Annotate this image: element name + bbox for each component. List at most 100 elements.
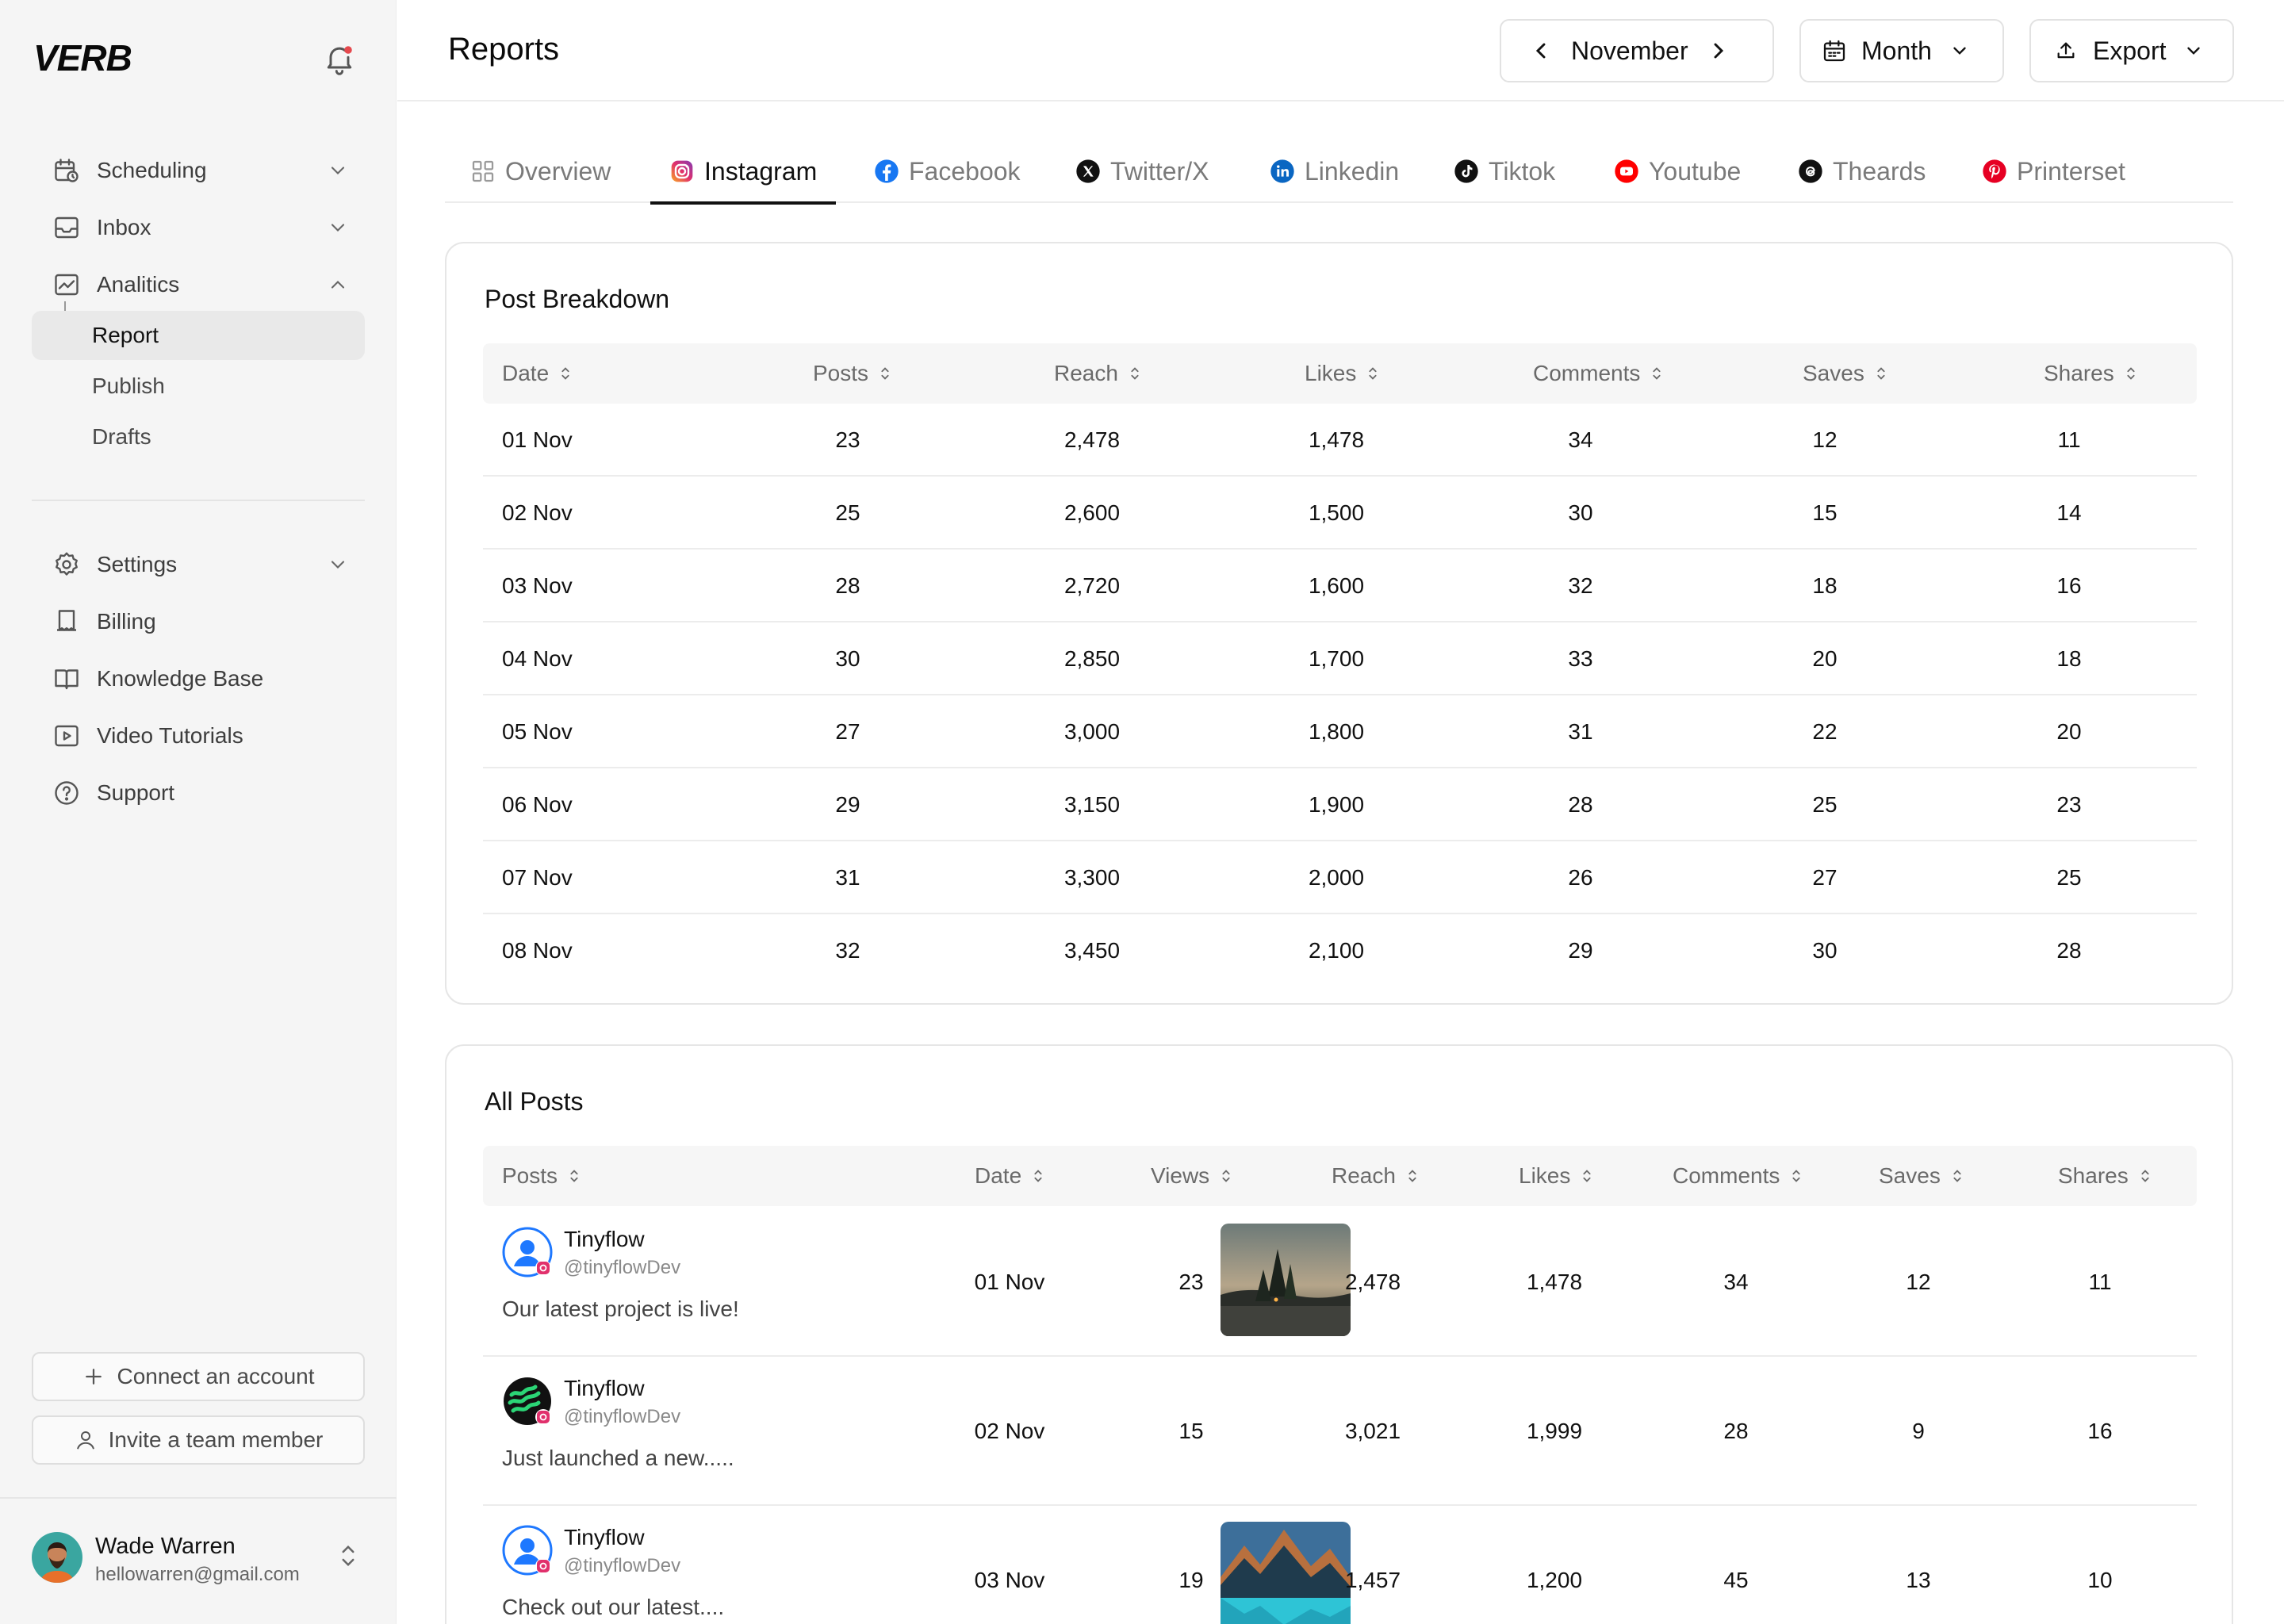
post-avatar [502,1525,553,1576]
sort-icon [561,367,569,380]
table-cell: 15 [1178,1419,1204,1443]
tab-twitter-x[interactable]: Twitter/X [1075,140,1209,203]
chart-line-icon [55,274,79,296]
sort-icon [1131,367,1139,380]
tab-linkedin[interactable]: Linkedin [1270,140,1399,203]
table-cell: 03 Nov [974,1568,1045,1592]
plus-icon [86,1369,102,1385]
sidebar-subitem-drafts[interactable]: Drafts [32,412,365,462]
table-cell: 20 [2056,719,2082,744]
table-cell: 1,478 [1526,1270,1583,1294]
notification-bell-icon[interactable] [322,41,357,76]
sidebar-subitem-publish[interactable]: Publish [32,362,365,411]
sidebar-subitem-report[interactable]: Report [32,311,365,360]
sidebar-item-billing[interactable]: Billing [32,597,365,646]
column-header-likes[interactable]: Likes [1305,343,1382,404]
tab-label: Printerset [2017,156,2125,186]
column-header-saves[interactable]: Saves [1803,343,1890,404]
chevron-right-icon[interactable] [1706,38,1731,63]
sidebar-item-settings[interactable]: Settings [32,540,365,589]
column-header-date[interactable]: Date [502,343,574,404]
chevron-down-icon[interactable] [327,553,349,576]
table-row: 01 Nov 23 2,478 1,478 34 12 11 [483,404,2197,477]
table-cell: 1,600 [1308,573,1365,598]
user-icon [76,1431,94,1450]
column-header-views[interactable]: Views [1151,1146,1235,1206]
sidebar-item-knowledge-base[interactable]: Knowledge Base [32,654,365,703]
list-item[interactable]: Tinyflow @tinyflowDev Just launched a new.… [483,1357,2197,1506]
column-header-posts[interactable]: Posts [502,1146,583,1206]
table-cell: 3,300 [1063,865,1121,890]
chevron-up-icon[interactable] [327,274,349,296]
table-cell: 03 Nov [502,573,573,598]
export-button[interactable]: Export [2029,19,2234,82]
column-header-posts[interactable]: Posts [813,343,894,404]
table-cell: 29 [1568,938,1593,963]
table-cell: 01 Nov [502,427,573,452]
invite-team-member-button[interactable]: Invite a team member [32,1415,365,1465]
linkedin-icon [1270,159,1294,183]
column-header-shares[interactable]: Shares [2058,1146,2154,1206]
chevron-left-icon[interactable] [1528,38,1554,63]
table-cell: 18 [1812,573,1838,598]
sort-icon [881,367,889,380]
table-cell: 30 [1568,500,1593,525]
sort-icon [1408,1170,1416,1182]
upload-icon [2057,42,2075,59]
user-profile[interactable]: Wade Warren hellowarren@gmail.com [0,1497,397,1624]
column-header-shares[interactable]: Shares [2044,343,2140,404]
column-header-reach[interactable]: Reach [1332,1146,1421,1206]
table-cell: 12 [1906,1270,1931,1294]
chevron-down-icon[interactable] [327,159,349,182]
post-account-name: Tinyflow [564,1227,645,1251]
tab-facebook[interactable]: Facebook [874,140,1021,203]
sidebar-item-support[interactable]: Support [32,768,365,818]
tab-label: Overview [505,156,611,186]
connect-account-button[interactable]: Connect an account [32,1352,365,1401]
sidebar-item-scheduling[interactable]: Scheduling [32,146,365,195]
column-header-likes[interactable]: Likes [1519,1146,1596,1206]
tab-tiktok[interactable]: Tiktok [1454,140,1555,203]
table-cell: 08 Nov [502,938,573,963]
table-cell: 1,500 [1308,500,1365,525]
table-cell: 2,478 [1344,1270,1401,1294]
table-cell: 30 [835,646,860,671]
column-header-comments[interactable]: Comments [1533,343,1665,404]
tab-overview[interactable]: Overview [470,140,611,203]
column-header-comments[interactable]: Comments [1673,1146,1805,1206]
tab-instagram[interactable]: Instagram [650,140,837,205]
facebook-icon [875,159,899,183]
sidebar-item-inbox[interactable]: Inbox [32,203,365,252]
page-header: Reports November Month Export [397,0,2284,102]
sidebar-item-analitics[interactable]: Analitics [32,260,365,309]
tab-youtube[interactable]: Youtube [1614,140,1741,203]
chevron-up-down-icon[interactable] [336,1540,360,1572]
sort-icon [1877,367,1885,380]
tab-threads[interactable]: Theards [1798,140,1926,203]
table-cell: 27 [835,719,860,744]
connect-account-label: Connect an account [117,1364,315,1388]
tab-pinterest[interactable]: Printerset [1982,140,2125,203]
chevron-down-icon[interactable] [327,216,349,239]
list-item[interactable]: Tinyflow @tinyflowDev Check out our latest… [483,1506,2197,1624]
table-row: 08 Nov 32 3,450 2,100 29 30 28 [483,914,2197,987]
column-header-date[interactable]: Date [975,1146,1047,1206]
table-cell: 1,800 [1308,719,1365,744]
sort-icon [1583,1170,1591,1182]
table-cell: 2,000 [1308,865,1365,890]
table-cell: 2,478 [1063,427,1121,452]
table-cell: 16 [2087,1419,2113,1443]
column-header-saves[interactable]: Saves [1879,1146,1966,1206]
table-cell: 32 [835,938,860,963]
table-cell: 02 Nov [974,1419,1045,1443]
tab-label: Instagram [704,156,818,186]
table-header: Posts Date Views Reach Likes Comments Sa… [483,1146,2197,1206]
table-row: 04 Nov 30 2,850 1,700 33 20 18 [483,622,2197,695]
platform-tabs: Overview Instagram Facebook Twitter/X Li… [445,140,2233,205]
list-item[interactable]: Tinyflow @tinyflowDev Our latest project i… [483,1208,2197,1357]
sidebar-item-video-tutorials[interactable]: Video Tutorials [32,711,365,760]
column-header-reach[interactable]: Reach [1054,343,1144,404]
period-select[interactable]: Month [1799,19,2004,82]
threads-icon [1799,159,1822,183]
table-cell: 2,720 [1063,573,1121,598]
